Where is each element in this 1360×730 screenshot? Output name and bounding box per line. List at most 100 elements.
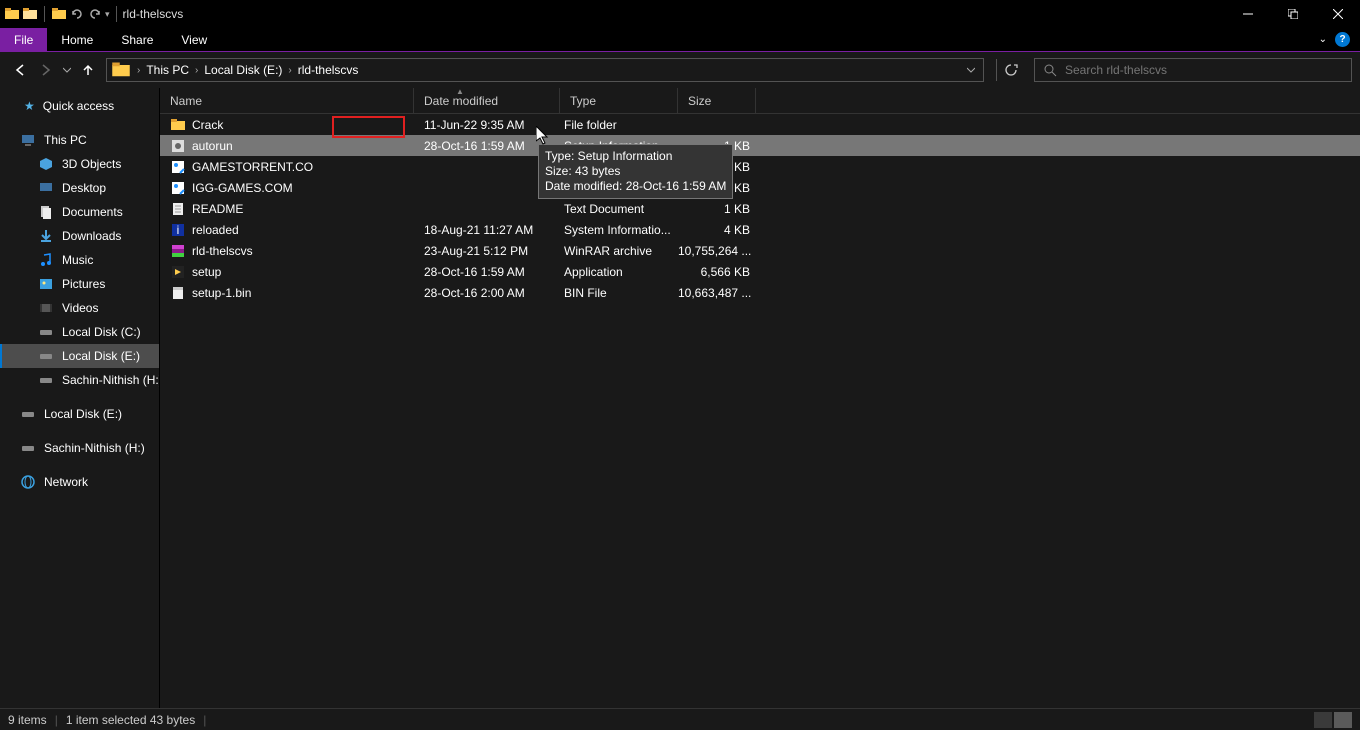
view-details[interactable] xyxy=(1334,712,1352,728)
breadcrumb[interactable]: Local Disk (E:) xyxy=(200,59,286,81)
sidebar-item-local-disk-c[interactable]: Local Disk (C:) xyxy=(0,320,159,344)
file-icon xyxy=(170,138,186,154)
breadcrumb[interactable]: This PC xyxy=(142,59,193,81)
file-size: 10,663,487 ... xyxy=(678,286,756,300)
file-name: setup-1.bin xyxy=(192,286,251,300)
sort-indicator-icon: ▲ xyxy=(456,87,464,96)
breadcrumb[interactable]: rld-thelscvs xyxy=(294,59,363,81)
file-row[interactable]: IGG-GAMES.COMInternet Shortcut1 KB xyxy=(160,177,1360,198)
file-list: Name Date modified Type Size ▲ Crack11-J… xyxy=(160,88,1360,708)
refresh-button[interactable] xyxy=(996,59,1024,81)
tab-file[interactable]: File xyxy=(0,28,47,51)
tab-home[interactable]: Home xyxy=(47,28,107,51)
file-type: System Informatio... xyxy=(560,223,678,237)
sidebar-item-this-pc[interactable]: This PC xyxy=(0,128,159,152)
sidebar-item-quick-access[interactable]: ★Quick access xyxy=(0,94,159,118)
help-icon[interactable]: ? xyxy=(1335,32,1350,47)
sidebar-item-music[interactable]: Music xyxy=(0,248,159,272)
chevron-right-icon[interactable]: › xyxy=(135,65,142,76)
column-header-size[interactable]: Size xyxy=(678,88,756,113)
sidebar-item-pictures[interactable]: Pictures xyxy=(0,272,159,296)
undo-icon[interactable] xyxy=(69,6,85,22)
redo-icon[interactable] xyxy=(87,6,103,22)
file-type: Text Document xyxy=(560,202,678,216)
navigation-bar: › This PC › Local Disk (E:) › rld-thelsc… xyxy=(0,52,1360,88)
sidebar-item-network-drive-root[interactable]: Sachin-Nithish (H:) xyxy=(0,436,159,460)
ribbon: File Home Share View ⌄ ? xyxy=(0,28,1360,52)
sidebar-item-local-disk-e[interactable]: Local Disk (E:) xyxy=(0,344,159,368)
file-type: Application xyxy=(560,265,678,279)
up-button[interactable] xyxy=(76,58,100,82)
separator xyxy=(44,6,45,22)
file-icon xyxy=(170,243,186,259)
chevron-down-icon[interactable]: ▾ xyxy=(105,9,110,20)
minimize-button[interactable] xyxy=(1225,0,1270,28)
desktop-icon xyxy=(38,180,54,196)
file-name: reloaded xyxy=(192,223,239,237)
downloads-icon xyxy=(38,228,54,244)
view-large-icons[interactable] xyxy=(1314,712,1332,728)
column-header-type[interactable]: Type xyxy=(560,88,678,113)
file-row[interactable]: setup-1.bin28-Oct-16 2:00 AMBIN File10,6… xyxy=(160,282,1360,303)
close-button[interactable] xyxy=(1315,0,1360,28)
file-row[interactable]: Crack11-Jun-22 9:35 AMFile folder xyxy=(160,114,1360,135)
music-icon xyxy=(38,252,54,268)
file-row[interactable]: rld-thelscvs23-Aug-21 5:12 PMWinRAR arch… xyxy=(160,240,1360,261)
file-name: Crack xyxy=(192,118,223,132)
file-name: IGG-GAMES.COM xyxy=(192,181,293,195)
window-title: rld-thelscvs xyxy=(123,7,184,21)
recent-locations-icon[interactable] xyxy=(60,58,74,82)
column-header-date[interactable]: Date modified xyxy=(414,88,560,113)
address-history-dropdown[interactable] xyxy=(959,66,983,74)
sidebar-item-desktop[interactable]: Desktop xyxy=(0,176,159,200)
videos-icon xyxy=(38,300,54,316)
chevron-right-icon[interactable]: › xyxy=(286,65,293,76)
address-bar[interactable]: › This PC › Local Disk (E:) › rld-thelsc… xyxy=(106,58,984,82)
tab-view[interactable]: View xyxy=(167,28,221,51)
sidebar-item-downloads[interactable]: Downloads xyxy=(0,224,159,248)
file-date: 28-Oct-16 1:59 AM xyxy=(414,265,560,279)
file-row[interactable]: GAMESTORRENT.COInternet Shortcut1 KB xyxy=(160,156,1360,177)
status-bar: 9 items | 1 item selected 43 bytes | xyxy=(0,708,1360,730)
file-row[interactable]: ireloaded18-Aug-21 11:27 AMSystem Inform… xyxy=(160,219,1360,240)
documents-icon xyxy=(38,204,54,220)
column-headers: Name Date modified Type Size ▲ xyxy=(160,88,1360,114)
column-header-name[interactable]: Name xyxy=(160,88,414,113)
network-icon xyxy=(20,474,36,490)
file-type: WinRAR archive xyxy=(560,244,678,258)
sidebar-item-network-drive[interactable]: Sachin-Nithish (H:) xyxy=(0,368,159,392)
ribbon-chevron-down-icon[interactable]: ⌄ xyxy=(1319,34,1327,45)
file-icon xyxy=(170,285,186,301)
file-name: rld-thelscvs xyxy=(192,244,253,258)
drive-icon xyxy=(38,348,54,364)
pictures-icon xyxy=(38,276,54,292)
search-icon xyxy=(1043,63,1057,77)
sidebar-item-network[interactable]: Network xyxy=(0,470,159,494)
file-icon: i xyxy=(170,222,186,238)
drive-icon xyxy=(20,406,36,422)
file-icon xyxy=(170,159,186,175)
file-type: BIN File xyxy=(560,286,678,300)
sidebar-item-documents[interactable]: Documents xyxy=(0,200,159,224)
file-row[interactable]: setup28-Oct-16 1:59 AMApplication6,566 K… xyxy=(160,261,1360,282)
sidebar-item-3d-objects[interactable]: 3D Objects xyxy=(0,152,159,176)
sidebar-item-videos[interactable]: Videos xyxy=(0,296,159,320)
forward-button[interactable] xyxy=(34,58,58,82)
file-name: README xyxy=(192,202,243,216)
back-button[interactable] xyxy=(8,58,32,82)
file-row[interactable]: autorun28-Oct-16 1:59 AMSetup Informatio… xyxy=(160,135,1360,156)
sidebar-item-local-disk-e-root[interactable]: Local Disk (E:) xyxy=(0,402,159,426)
quick-access-toolbar: ▾ rld-thelscvs xyxy=(0,6,183,22)
file-icon xyxy=(170,117,186,133)
separator xyxy=(116,6,117,22)
search-box[interactable] xyxy=(1034,58,1352,82)
search-input[interactable] xyxy=(1065,63,1351,77)
svg-text:i: i xyxy=(177,223,180,237)
star-icon: ★ xyxy=(24,99,35,113)
file-row[interactable]: READMEText Document1 KB xyxy=(160,198,1360,219)
maximize-button[interactable] xyxy=(1270,0,1315,28)
status-item-count: 9 items xyxy=(8,713,47,727)
folder-yellow-icon xyxy=(51,6,67,22)
tab-share[interactable]: Share xyxy=(107,28,167,51)
chevron-right-icon[interactable]: › xyxy=(193,65,200,76)
